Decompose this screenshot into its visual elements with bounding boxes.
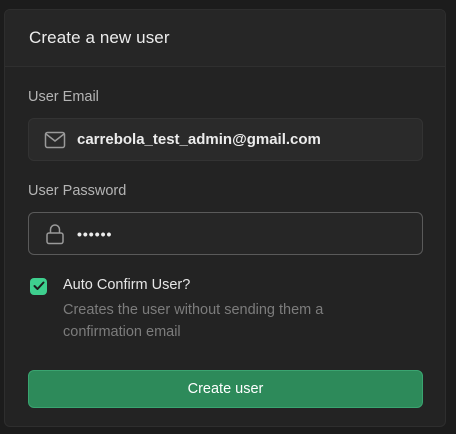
auto-confirm-checkbox[interactable] [30, 278, 47, 295]
lock-icon [43, 222, 67, 246]
email-label: User Email [28, 89, 99, 105]
checkmark-icon [33, 278, 45, 296]
password-label: User Password [28, 183, 127, 199]
auto-confirm-description: Creates the user without sending them a … [63, 302, 324, 340]
email-value[interactable]: carrebola_test_admin@gmail.com [77, 131, 397, 148]
password-field[interactable]: •••••• [28, 212, 423, 255]
email-field[interactable]: carrebola_test_admin@gmail.com [28, 118, 423, 161]
password-value[interactable]: •••••• [77, 226, 397, 242]
create-user-panel: Create a new user User Email carrebola_t… [4, 9, 446, 427]
panel-title: Create a new user [29, 28, 170, 47]
create-user-button[interactable]: Create user [28, 370, 423, 408]
panel-header: Create a new user [5, 10, 445, 67]
auto-confirm-label[interactable]: Auto Confirm User? [63, 277, 190, 293]
mail-icon [43, 128, 67, 152]
